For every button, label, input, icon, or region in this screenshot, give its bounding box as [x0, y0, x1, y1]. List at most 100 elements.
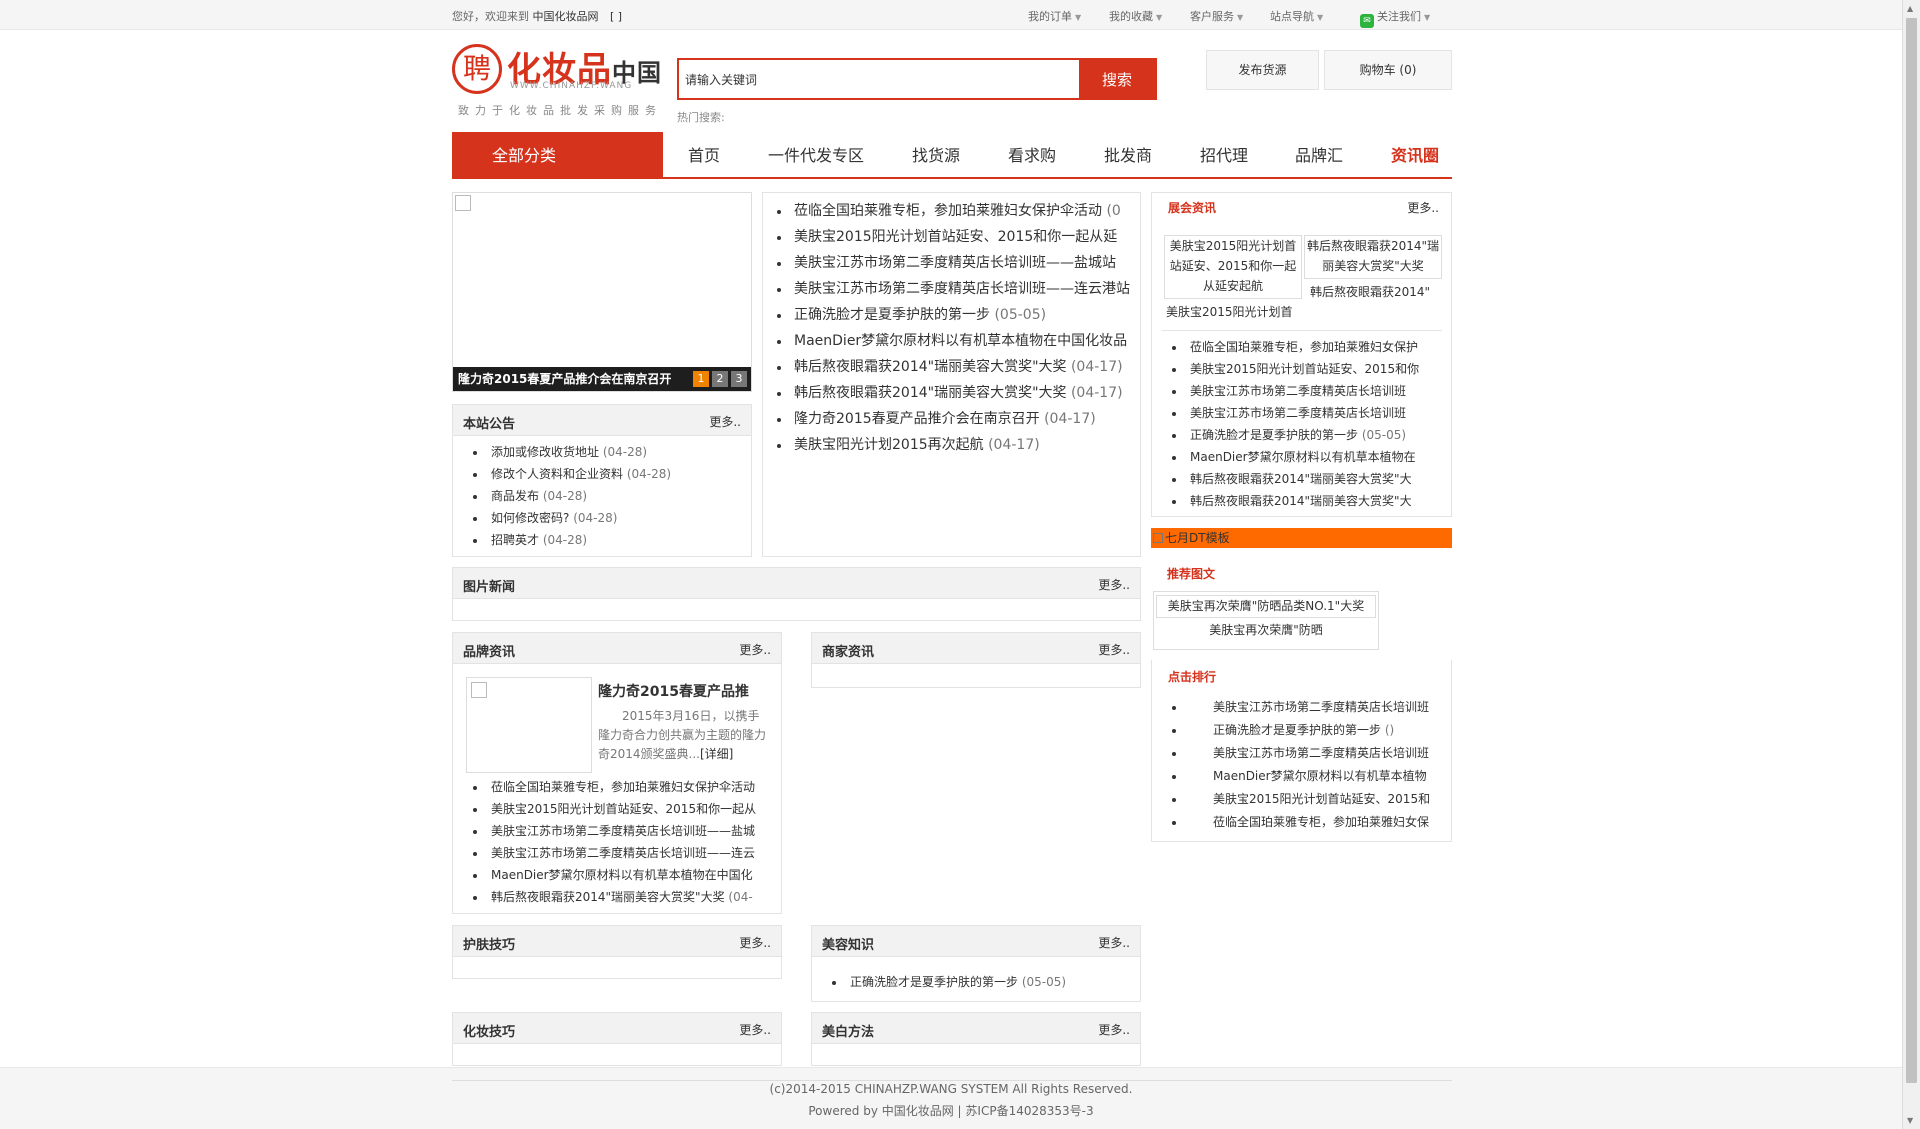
search-button[interactable]: 搜索 [1079, 60, 1155, 98]
list-item[interactable]: 美肤宝江苏市场第二季度精英店长培训班 [1152, 742, 1451, 765]
makeup-tips-header: 化妆技巧 更多.. [453, 1013, 781, 1044]
brand-news-more-link[interactable]: 更多.. [739, 641, 771, 658]
list-item[interactable]: 莅临全国珀莱雅专柜，参加珀莱雅妇女保 [1152, 811, 1451, 834]
list-item[interactable]: 美肤宝2015阳光计划首站延安、2015和你 [1152, 358, 1451, 380]
list-item[interactable]: MaenDier梦黛尔原材料以有机草本植物在中国化 [453, 864, 781, 886]
image-slider[interactable]: 隆力奇2015春夏产品推介会在南京召开 1 2 3 [452, 192, 752, 392]
list-item[interactable]: 美肤宝江苏市场第二季度精英店长培训班 [1152, 380, 1451, 402]
list-item[interactable]: 正确洗脸才是夏季护肤的第一步 (05-05) [1152, 424, 1451, 446]
notice-more-link[interactable]: 更多.. [709, 413, 741, 430]
brand-news-header: 品牌资讯 更多.. [453, 633, 781, 664]
list-item[interactable]: 商品发布 (04-28) [453, 485, 751, 507]
site-nav-menu[interactable]: 站点导航 ▼ [1270, 8, 1323, 24]
list-item[interactable]: 美肤宝2015阳光计划首站延安、2015和你一起从 [453, 798, 781, 820]
site-logo[interactable]: 聘 化妆品中国 WWW.CHINAHZP.WANG 致力于化妆品批发采购服务 [452, 44, 666, 118]
nav-find-supply[interactable]: 找货源 [912, 132, 960, 179]
nav-dropship[interactable]: 一件代发专区 [768, 132, 864, 179]
chevron-down-icon: ▼ [1424, 13, 1431, 22]
nav-agents[interactable]: 招代理 [1200, 132, 1248, 179]
list-item[interactable]: 正确洗脸才是夏季护肤的第一步 () [1152, 719, 1451, 742]
all-categories-button[interactable]: 全部分类 [452, 132, 663, 179]
slider-page-2[interactable]: 2 [712, 371, 728, 387]
scrollbar-thumb[interactable] [1906, 18, 1917, 1083]
whitening-methods-title: 美白方法 [822, 1025, 875, 1040]
list-item[interactable]: 添加或修改收货地址 (04-28) [453, 441, 751, 463]
list-item[interactable]: 正确洗脸才是夏季护肤的第一步 (05-05) [812, 971, 1140, 993]
beauty-knowledge-list: 正确洗脸才是夏季护肤的第一步 (05-05) [812, 971, 1140, 993]
ranking-title: 点击排行 [1168, 670, 1217, 684]
promo-banner[interactable]: 七月DT模板 [1151, 528, 1452, 548]
expo-news-more-link[interactable]: 更多.. [1407, 199, 1439, 216]
scroll-down-arrow-icon[interactable]: ▼ [1907, 1116, 1913, 1125]
list-item[interactable]: 莅临全国珀莱雅专柜，参加珀莱雅妇女保护伞活动 (0 [763, 198, 1140, 224]
list-item[interactable]: 韩后熬夜眼霜获2014"瑞丽美容大赏奖"大奖 (04-17) [763, 380, 1140, 406]
search-input[interactable] [679, 60, 1079, 98]
nav-news[interactable]: 资讯圈 [1391, 132, 1439, 179]
list-item[interactable]: 修改个人资料和企业资料 (04-28) [453, 463, 751, 485]
brand-feature-image[interactable] [466, 677, 592, 773]
nav-brands[interactable]: 品牌汇 [1295, 132, 1343, 179]
list-item[interactable]: MaenDier梦黛尔原材料以有机草本植物在 [1152, 446, 1451, 468]
merchant-news-more-link[interactable]: 更多.. [1098, 641, 1130, 658]
top-bar: 您好，欢迎来到 中国化妆品网 [ ] 我的订单 ▼ 我的收藏 ▼ 客户服务 ▼ 站点导… [0, 0, 1902, 30]
whitening-methods-more-link[interactable]: 更多.. [1098, 1021, 1130, 1038]
list-item[interactable]: 美肤宝江苏市场第二季度精英店长培训班——连云 [453, 842, 781, 864]
picture-news-more-link[interactable]: 更多.. [1098, 576, 1130, 593]
list-item[interactable]: 美肤宝2015阳光计划首站延安、2015和 [1152, 788, 1451, 811]
vertical-scrollbar[interactable]: ▲ ▼ [1902, 0, 1920, 1129]
list-item[interactable]: 美肤宝阳光计划2015再次起航 (04-17) [763, 432, 1140, 458]
recommend-image: 美肤宝再次荣膺"防晒品类NO.1"大奖 [1156, 595, 1376, 618]
list-item[interactable]: 莅临全国珀莱雅专柜，参加珀莱雅妇女保护伞活动 [453, 776, 781, 798]
customer-service-menu[interactable]: 客户服务 ▼ [1190, 8, 1243, 24]
list-item[interactable]: 美肤宝江苏市场第二季度精英店长培训班——盐城 [453, 820, 781, 842]
list-item[interactable]: 韩后熬夜眼霜获2014"瑞丽美容大赏奖"大 [1152, 468, 1451, 490]
my-orders-menu[interactable]: 我的订单 ▼ [1028, 8, 1081, 24]
expo-thumb-2-caption[interactable]: 韩后熬夜眼霜获2014" [1310, 283, 1430, 300]
list-item[interactable]: 韩后熬夜眼霜获2014"瑞丽美容大赏奖"大 [1152, 490, 1451, 512]
notice-title: 本站公告 [463, 417, 516, 432]
login-bracket[interactable]: [ ] [610, 10, 622, 23]
follow-us-menu[interactable]: ✉ 关注我们 ▼ [1360, 8, 1430, 28]
page: { "topbar":{"welcome":"您好，欢迎来到","site":"… [0, 0, 1920, 1129]
site-name-link[interactable]: 中国化妆品网 [533, 10, 599, 23]
list-item[interactable]: 韩后熬夜眼霜获2014"瑞丽美容大赏奖"大奖 (04-17) [763, 354, 1140, 380]
brand-news-box: 品牌资讯 更多.. 隆力奇2015春夏产品推 2015年3月16日，以携手隆力奇合… [452, 632, 782, 914]
slider-page-1[interactable]: 1 [693, 371, 709, 387]
nav-wholesalers[interactable]: 批发商 [1104, 132, 1152, 179]
brand-feature-detail-link[interactable]: [详细] [700, 747, 733, 761]
skincare-tips-more-link[interactable]: 更多.. [739, 934, 771, 951]
list-item[interactable]: 韩后熬夜眼霜获2014"瑞丽美容大赏奖"大奖 (04- [453, 886, 781, 908]
brand-feature-text: 2015年3月16日，以携手隆力奇合力创共赢为主题的隆力奇2014颁奖盛典...… [598, 709, 767, 761]
chevron-down-icon: ▼ [1237, 13, 1244, 22]
list-item[interactable]: MaenDier梦黛尔原材料以有机草本植物 [1152, 765, 1451, 788]
publish-supply-button[interactable]: 发布货源 [1206, 50, 1319, 90]
makeup-tips-more-link[interactable]: 更多.. [739, 1021, 771, 1038]
list-item[interactable]: 美肤宝江苏市场第二季度精英店长培训班——连云港站 [763, 276, 1140, 302]
list-item[interactable]: 美肤宝2015阳光计划首站延安、2015和你一起从延 [763, 224, 1140, 250]
expo-thumb-1-caption[interactable]: 美肤宝2015阳光计划首 [1166, 303, 1293, 320]
recommend-item[interactable]: 美肤宝再次荣膺"防晒品类NO.1"大奖 美肤宝再次荣膺"防晒 [1153, 591, 1379, 650]
beauty-knowledge-more-link[interactable]: 更多.. [1098, 934, 1130, 951]
expo-thumb-1[interactable]: 美肤宝2015阳光计划首站延安、2015和你一起从延安起航 [1164, 235, 1302, 299]
slider-page-3[interactable]: 3 [731, 371, 747, 387]
list-item[interactable]: 如何修改密码? (04-28) [453, 507, 751, 529]
list-item[interactable]: 莅临全国珀莱雅专柜，参加珀莱雅妇女保护 [1152, 336, 1451, 358]
list-item[interactable]: 美肤宝江苏市场第二季度精英店长培训班 [1152, 696, 1451, 719]
list-item[interactable]: 美肤宝江苏市场第二季度精英店长培训班——盐城站 [763, 250, 1140, 276]
nav-home[interactable]: 首页 [688, 132, 720, 179]
scroll-up-arrow-icon[interactable]: ▲ [1907, 4, 1913, 13]
my-favorites-menu[interactable]: 我的收藏 ▼ [1109, 8, 1162, 24]
list-item[interactable]: 美肤宝江苏市场第二季度精英店长培训班 [1152, 402, 1451, 424]
list-item[interactable]: 正确洗脸才是夏季护肤的第一步 (05-05) [763, 302, 1140, 328]
nav-buy-requests[interactable]: 看求购 [1008, 132, 1056, 179]
expo-thumb-2[interactable]: 韩后熬夜眼霜获2014"瑞丽美容大赏奖"大奖 [1304, 235, 1442, 279]
brand-news-list: 莅临全国珀莱雅专柜，参加珀莱雅妇女保护伞活动 美肤宝2015阳光计划首站延安、2… [453, 776, 781, 908]
list-item[interactable]: 隆力奇2015春夏产品推介会在南京召开 (04-17) [763, 406, 1140, 432]
cart-button[interactable]: 购物车 (0) [1324, 50, 1452, 90]
broken-image-icon [471, 682, 487, 698]
list-item[interactable]: MaenDier梦黛尔原材料以有机草本植物在中国化妆品 [763, 328, 1140, 354]
brand-feature-title[interactable]: 隆力奇2015春夏产品推 [598, 681, 749, 701]
list-item[interactable]: 招聘英才 (04-28) [453, 529, 751, 551]
beauty-knowledge-header: 美容知识 更多.. [812, 926, 1140, 957]
divider [1162, 330, 1442, 331]
